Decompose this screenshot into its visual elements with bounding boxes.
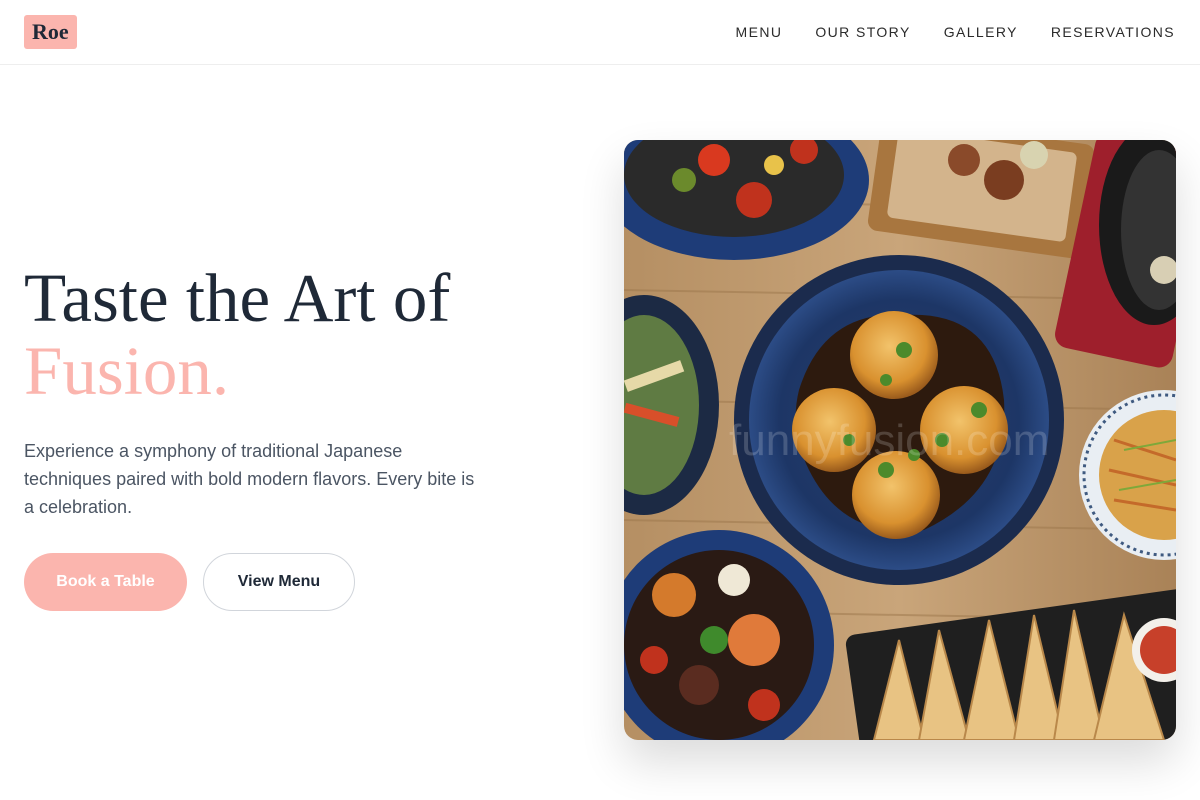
hero-food-image: funnyfusion.com: [624, 140, 1176, 740]
nav-link-reservations[interactable]: RESERVATIONS: [1051, 24, 1175, 40]
hero-title: Taste the Art of Fusion.: [24, 262, 584, 408]
logo[interactable]: Roe: [24, 15, 77, 49]
hero-title-accent: Fusion.: [24, 333, 230, 409]
book-table-button[interactable]: Book a Table: [24, 553, 187, 611]
view-menu-button[interactable]: View Menu: [203, 553, 355, 611]
image-watermark: funnyfusion.com: [729, 416, 1049, 465]
nav-link-gallery[interactable]: GALLERY: [944, 24, 1018, 40]
nav-link-menu[interactable]: MENU: [736, 24, 783, 40]
hero-description: Experience a symphony of traditional Jap…: [24, 441, 475, 517]
hero-title-line1: Taste the Art of: [24, 260, 451, 336]
navbar: Roe MENU OUR STORY GALLERY RESERVATIONS: [0, 0, 1200, 65]
nav-link-our-story[interactable]: OUR STORY: [815, 24, 910, 40]
main-nav: MENU OUR STORY GALLERY RESERVATIONS: [736, 0, 1175, 64]
